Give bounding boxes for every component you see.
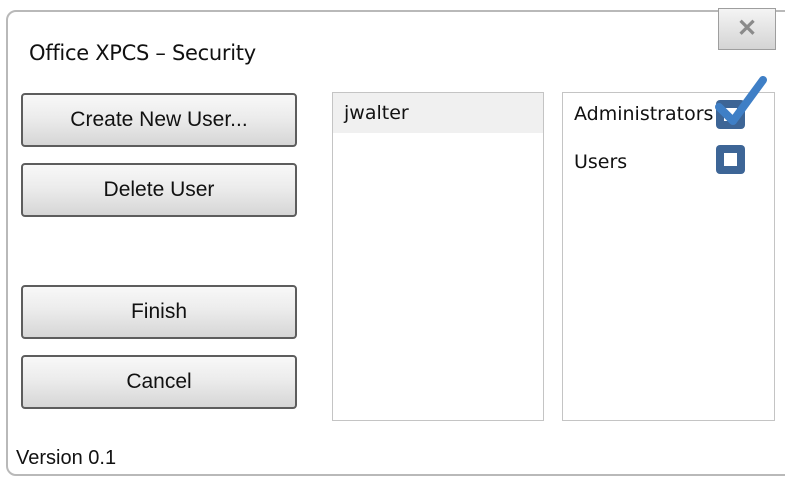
dialog-title: Office XPCS – Security — [29, 41, 256, 65]
delete-user-button[interactable]: Delete User — [21, 163, 297, 217]
users-checkbox[interactable] — [716, 145, 745, 174]
list-item[interactable]: jwalter — [333, 93, 543, 133]
close-icon: ✕ — [736, 15, 758, 42]
user-list[interactable]: jwalter — [332, 92, 544, 421]
group-label-users: Users — [574, 151, 628, 173]
finish-button[interactable]: Finish — [21, 285, 297, 339]
group-label-administrators: Administrators — [574, 103, 714, 125]
checkmark-icon — [715, 76, 767, 125]
close-button[interactable]: ✕ — [718, 8, 776, 50]
group-list: Administrators Users — [562, 92, 775, 421]
create-new-user-button[interactable]: Create New User... — [21, 93, 297, 147]
cancel-button[interactable]: Cancel — [21, 355, 297, 409]
version-label: Version 0.1 — [16, 447, 117, 469]
